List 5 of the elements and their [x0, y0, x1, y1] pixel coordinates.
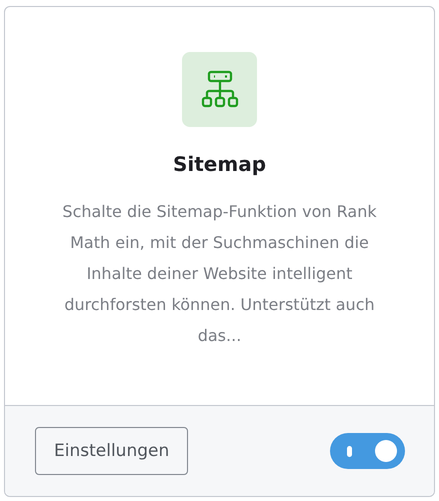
- settings-button[interactable]: Einstellungen: [35, 427, 188, 475]
- sitemap-icon: [200, 70, 240, 110]
- card-title: Sitemap: [172, 152, 266, 176]
- card-description: Schalte die Sitemap-Funktion von Rank Math ein, mit der Suchmaschinen die Inhalte deiner Website intelligent durchforsten können. Unterstützt auch das...: [61, 201, 378, 347]
- toggle-switch[interactable]: [330, 433, 405, 469]
